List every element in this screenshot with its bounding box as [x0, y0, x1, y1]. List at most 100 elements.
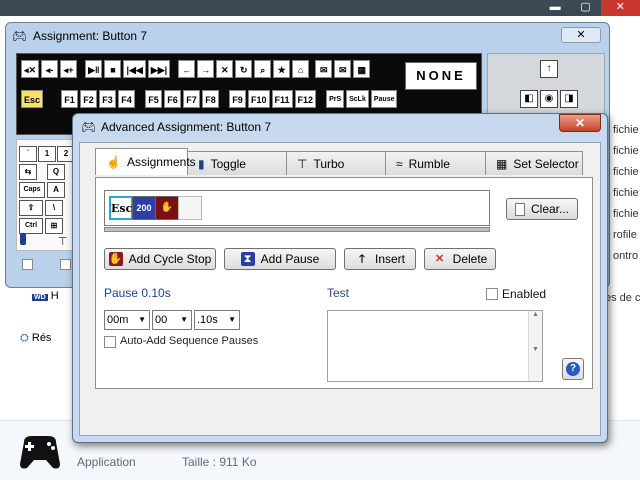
key-f11[interactable]: F11: [271, 90, 293, 108]
key-f10[interactable]: F10: [248, 90, 270, 108]
sidebar-network-item[interactable]: ⛭ Rés: [20, 332, 51, 345]
key[interactable]: ✉: [315, 60, 333, 78]
network-icon: ⛭: [20, 332, 29, 344]
hourglass-icon: ⧗: [240, 252, 255, 266]
side-item[interactable]: fichie: [613, 124, 639, 136]
enabled-checkbox[interactable]: [486, 288, 498, 300]
os-minimize-button[interactable]: ▬: [540, 0, 570, 16]
key-f7[interactable]: F7: [183, 90, 201, 108]
none-button[interactable]: NONE: [405, 62, 477, 90]
tab-set-selector[interactable]: ▦ Set Selector: [485, 151, 583, 175]
key[interactable]: ⌂: [292, 60, 310, 78]
key[interactable]: ▦: [353, 60, 371, 78]
sidebar-drive-item[interactable]: WD H: [32, 290, 59, 302]
mouse-middle-key[interactable]: ◉: [540, 90, 558, 108]
close-button[interactable]: ✕: [559, 114, 601, 132]
tab-toggle[interactable]: ▮ Toggle: [187, 151, 287, 175]
chevron-down-icon: ▼: [138, 315, 146, 324]
clear-button[interactable]: Clear...: [506, 198, 578, 220]
key[interactable]: ■: [104, 60, 122, 78]
sequence-box[interactable]: Esc 200 ✋: [104, 190, 490, 226]
key[interactable]: Q: [47, 164, 65, 180]
key-f9[interactable]: F9: [229, 90, 247, 108]
key[interactable]: ▶‖: [85, 60, 103, 78]
pause-minutes-select[interactable]: 00m ▼: [104, 310, 150, 330]
tab-rumble[interactable]: ≈ Rumble: [385, 151, 486, 175]
insert-button[interactable]: 🡑 Insert: [344, 248, 416, 270]
dialog-body: ☝ Assignments ▮ Toggle ⊤ Turbo ≈ Rumble …: [79, 142, 601, 436]
tab-turbo[interactable]: ⊤ Turbo: [286, 151, 386, 175]
checkbox[interactable]: [22, 259, 33, 270]
document-icon: [514, 202, 525, 216]
mouse-left-key[interactable]: ◧: [520, 90, 538, 108]
key-printscreen[interactable]: PrS: [326, 90, 345, 108]
file-size-label: Taille : 911 Ko: [182, 455, 257, 469]
key-f8[interactable]: F8: [202, 90, 220, 108]
key-ctrl[interactable]: Ctrl: [19, 218, 43, 234]
key-windows[interactable]: ⊞: [45, 218, 63, 234]
chevron-down-icon: ▼: [228, 315, 236, 324]
key-tab[interactable]: ⇆: [19, 164, 37, 180]
key[interactable]: \: [45, 200, 63, 216]
close-button[interactable]: ✕: [561, 27, 601, 43]
key[interactable]: →: [197, 60, 215, 78]
mouse-up-key[interactable]: ↑: [540, 60, 558, 78]
key-f2[interactable]: F2: [80, 90, 98, 108]
key[interactable]: |◀◀: [123, 60, 146, 78]
os-close-button[interactable]: ✕: [600, 0, 640, 16]
media-key-row: ◂✕ ◂- ◂+ ▶‖ ■ |◀◀ ▶▶| ← → ✕ ↻ ⌕ ★ ⌂ ✉ ✉ …: [21, 60, 371, 78]
key[interactable]: ◂✕: [21, 60, 40, 78]
gamepad-icon: 🎮︎: [81, 120, 97, 134]
sequence-item-empty[interactable]: [178, 196, 202, 220]
key[interactable]: ★: [273, 60, 291, 78]
key[interactable]: 1: [38, 146, 56, 162]
turbo-icon: ⊤: [297, 156, 308, 171]
side-item[interactable]: fichie: [613, 166, 639, 178]
key-f6[interactable]: F6: [164, 90, 182, 108]
sequence-item-esc[interactable]: Esc: [109, 196, 133, 220]
key[interactable]: ◂-: [41, 60, 59, 78]
key-caps[interactable]: Caps: [19, 182, 45, 198]
key-shift[interactable]: ⇧: [19, 200, 43, 216]
key-scrolllock[interactable]: ScLk: [346, 90, 369, 108]
checkbox[interactable]: [60, 259, 71, 270]
sequence-item-pause[interactable]: 200: [132, 196, 156, 220]
side-item[interactable]: fichie: [613, 208, 639, 220]
key-f4[interactable]: F4: [118, 90, 136, 108]
test-textarea[interactable]: ▲ ▼: [327, 310, 543, 382]
key-pause[interactable]: Pause: [370, 90, 398, 108]
side-item[interactable]: ontro: [613, 250, 638, 262]
key[interactable]: ✉: [334, 60, 352, 78]
tab-assignments[interactable]: ☝ Assignments: [95, 148, 196, 175]
key[interactable]: ⌕: [254, 60, 272, 78]
key[interactable]: ↻: [235, 60, 253, 78]
key-f1[interactable]: F1: [61, 90, 79, 108]
key[interactable]: ◂+: [60, 60, 78, 78]
key[interactable]: ▶▶|: [147, 60, 171, 78]
os-maximize-button[interactable]: ▢: [570, 0, 600, 16]
key-f3[interactable]: F3: [99, 90, 117, 108]
pause-fraction-select[interactable]: .10s ▼: [194, 310, 240, 330]
add-cycle-stop-button[interactable]: ✋ Add Cycle Stop: [104, 248, 216, 270]
side-item[interactable]: fichie: [613, 187, 639, 199]
side-item[interactable]: rofile: [613, 229, 637, 241]
pause-seconds-select[interactable]: 00 ▼: [152, 310, 192, 330]
key-esc[interactable]: Esc: [21, 90, 44, 108]
auto-add-checkbox[interactable]: [104, 336, 116, 348]
help-button[interactable]: ?: [562, 358, 584, 380]
add-pause-button[interactable]: ⧗ Add Pause: [224, 248, 336, 270]
key-f5[interactable]: F5: [145, 90, 163, 108]
mouse-right-key[interactable]: ◨: [560, 90, 578, 108]
side-item[interactable]: fichie: [613, 145, 639, 157]
key[interactable]: ←: [178, 60, 196, 78]
scrollbar[interactable]: ▲ ▼: [528, 311, 542, 381]
key[interactable]: `: [19, 146, 37, 162]
key-f12[interactable]: F12: [294, 90, 317, 108]
key[interactable]: A: [47, 182, 65, 198]
dialog-title: Advanced Assignment: Button 7: [101, 120, 272, 134]
sequence-scrollbar[interactable]: [104, 227, 490, 232]
key[interactable]: ✕: [216, 60, 234, 78]
side-item[interactable]: es de c: [605, 292, 640, 304]
delete-button[interactable]: ✕ Delete: [424, 248, 496, 270]
sequence-item-cycle-stop[interactable]: ✋: [155, 196, 179, 220]
